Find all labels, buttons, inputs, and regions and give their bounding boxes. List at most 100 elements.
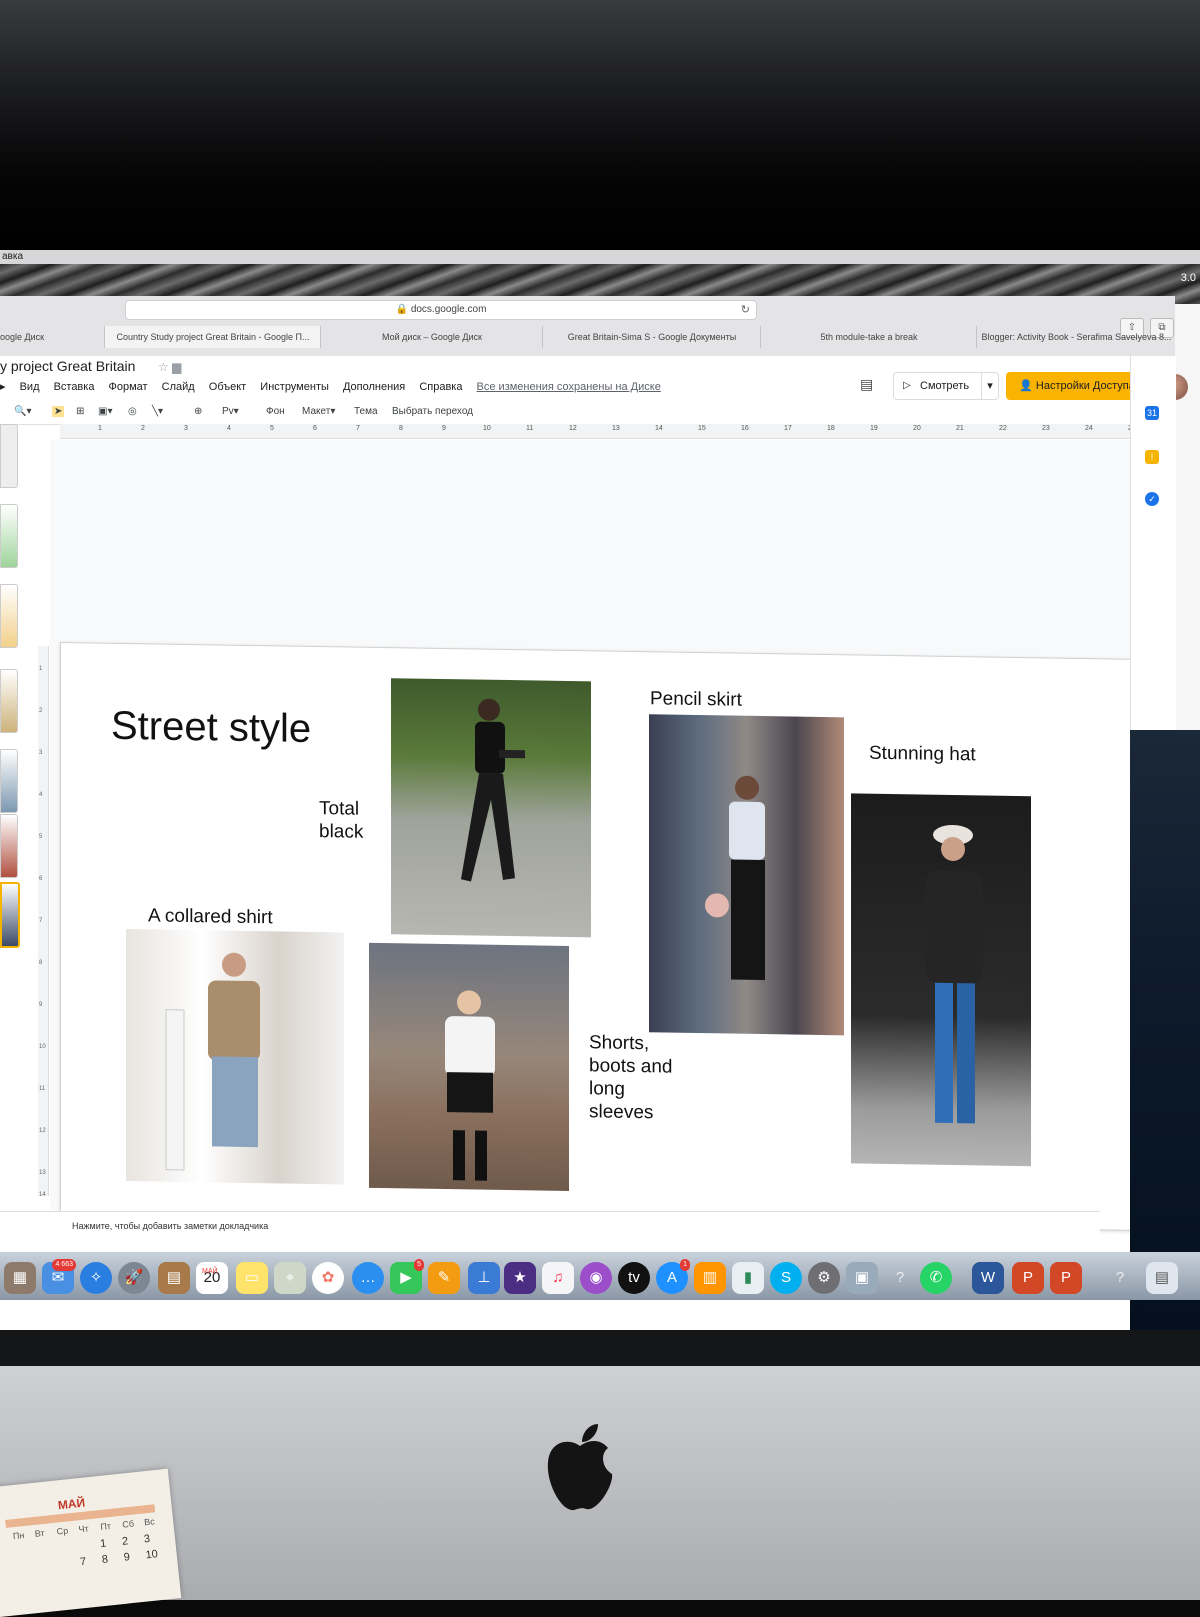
photo-shorts[interactable] [369, 942, 569, 1191]
url-bar[interactable]: 🔒 docs.google.com ↻ [125, 300, 757, 320]
layout-button[interactable]: Макет▾ [302, 406, 335, 417]
comment-icon[interactable]: ▤ [860, 376, 873, 393]
speaker-notes[interactable]: Нажмите, чтобы добавить заметки докладчи… [0, 1211, 1100, 1242]
slide-thumbnail-active[interactable] [0, 882, 20, 948]
transition-button[interactable]: Выбрать переход [392, 406, 473, 417]
share-button[interactable]: 👤 Настройки Доступа [1006, 372, 1148, 400]
safari-icon[interactable]: ✧ [80, 1262, 112, 1294]
tasks-icon[interactable]: ✓ [1145, 492, 1159, 506]
imovie-icon[interactable]: ★ [504, 1262, 536, 1294]
menu-object[interactable]: Объект [209, 381, 246, 393]
tab-google-drive[interactable]: oogle Диск [0, 326, 104, 348]
save-status-link[interactable]: Все изменения сохранены на Диске [477, 381, 661, 393]
keep-icon[interactable]: ! [1145, 450, 1159, 464]
label-total-black[interactable]: Total black [319, 797, 379, 844]
shape-icon[interactable]: ◎ [128, 406, 137, 417]
mac-dock: ▦ ✉ 4 663 ✧ 🚀 ▤ МАЙ 20 ▭ ⌖ ✿ … ▶ 5 ✎ ⊥ ★ ♫ … [0, 1252, 1200, 1300]
whatsapp-icon[interactable]: ✆ [920, 1262, 952, 1294]
menu-tools[interactable]: Инструменты [260, 381, 329, 393]
label-stunning-hat[interactable]: Stunning hat [869, 742, 976, 767]
slide-thumbnail[interactable] [0, 424, 18, 488]
lock-person-icon: 👤 [1019, 380, 1033, 392]
format-painter-icon[interactable]: Pv▾ [222, 406, 239, 417]
powerpoint-icon[interactable]: P [1012, 1262, 1044, 1294]
slide-thumbnail[interactable] [0, 584, 18, 648]
label-shorts[interactable]: Shorts, boots and long sleeves [589, 1031, 685, 1125]
numbers-icon[interactable]: ▮ [732, 1262, 764, 1294]
menu-format[interactable]: Формат [109, 381, 148, 393]
help-icon[interactable]: ? [1104, 1262, 1136, 1294]
appstore-icon[interactable]: A1 [656, 1259, 690, 1294]
keynote-icon[interactable]: ⊥ [468, 1262, 500, 1294]
monitor-bezel-bottom [0, 1330, 1200, 1366]
preview-icon[interactable]: ▣ [846, 1262, 878, 1294]
photo-collared-shirt[interactable] [126, 929, 344, 1185]
photo-stunning-hat-figure [925, 825, 983, 1124]
menu-view[interactable]: Вид [20, 381, 40, 393]
doc-title[interactable]: y project Great Britain [0, 358, 135, 374]
calendar-icon[interactable]: МАЙ 20 [196, 1262, 228, 1294]
tab-5th-module[interactable]: 5th module-take a break [760, 326, 977, 348]
calendar-icon[interactable]: 31 [1145, 406, 1159, 420]
zoom-icon[interactable]: 🔍▾ [14, 406, 31, 417]
tv-icon[interactable]: tv [618, 1262, 650, 1294]
maps-icon[interactable]: ⌖ [274, 1262, 306, 1294]
photos-icon[interactable]: ▦ [4, 1262, 36, 1294]
select-tool-icon[interactable]: ➤ [52, 406, 65, 417]
label-pencil-skirt[interactable]: Pencil skirt [650, 687, 742, 711]
slide-thumbnail[interactable] [0, 504, 18, 568]
photos-app-icon[interactable]: ✿ [312, 1262, 344, 1294]
label-collared-shirt[interactable]: A collared shirt [148, 904, 273, 929]
photo-stunning-hat[interactable] [851, 793, 1031, 1167]
word-icon[interactable]: W [972, 1262, 1004, 1294]
photo-total-black[interactable] [391, 678, 591, 938]
photo-pencil-skirt[interactable] [649, 714, 844, 1036]
slide-filmstrip [0, 424, 22, 1224]
desktop-wallpaper-sea [1130, 730, 1200, 1330]
slide[interactable]: Street style Total black Pencil skirt St… [60, 642, 1137, 1231]
line-icon[interactable]: ╲▾ [152, 406, 163, 417]
textbox-icon[interactable]: ⊞ [76, 406, 84, 417]
folder-icon[interactable]: ▆ [172, 360, 181, 374]
help-icon[interactable]: ? [884, 1262, 916, 1294]
settings-icon[interactable]: ⚙ [808, 1262, 840, 1294]
finder-icon[interactable]: ▤ [1146, 1262, 1178, 1294]
books-icon[interactable]: ▥ [694, 1262, 726, 1294]
menubar-app-name[interactable]: авка [2, 251, 23, 262]
tab-country-study[interactable]: Country Study project Great Britain - Go… [104, 326, 321, 348]
launchpad-icon[interactable]: 🚀 [118, 1262, 150, 1294]
vertical-ruler: 1 2 3 4 5 6 7 8 9 10 11 12 13 14 [38, 646, 49, 1198]
skype-icon[interactable]: S [770, 1262, 802, 1294]
mail-icon[interactable]: ✉ 4 663 [42, 1259, 76, 1294]
background-button[interactable]: Фон [266, 406, 285, 417]
notes-icon[interactable]: ▭ [236, 1262, 268, 1294]
messages-icon[interactable]: … [352, 1262, 384, 1294]
url-text: docs.google.com [410, 304, 487, 315]
image-icon[interactable]: ▣▾ [98, 406, 112, 417]
powerpoint-icon[interactable]: P [1050, 1262, 1082, 1294]
facetime-icon[interactable]: ▶ 5 [390, 1259, 424, 1294]
tab-blogger[interactable]: Blogger: Activity Book - Serafima Savely… [976, 326, 1176, 348]
tab-my-drive[interactable]: Мой диск – Google Диск [320, 326, 543, 348]
menu-slide[interactable]: Слайд [162, 381, 195, 393]
contacts-icon[interactable]: ▤ [158, 1262, 190, 1294]
menu-insert[interactable]: Вставка [54, 381, 95, 393]
star-icon[interactable]: ☆ [158, 360, 169, 374]
pages-icon[interactable]: ✎ [428, 1262, 460, 1294]
music-icon[interactable]: ♫ [542, 1262, 574, 1294]
slide-thumbnail[interactable] [0, 669, 18, 733]
theme-button[interactable]: Тема [354, 406, 378, 417]
present-button[interactable]: ▷ Смотреть ▾ [893, 372, 999, 400]
slide-title[interactable]: Street style [111, 704, 311, 752]
reload-icon[interactable]: ↻ [741, 301, 750, 319]
menu-addons[interactable]: Дополнения [343, 381, 405, 393]
menu-help[interactable]: Справка [419, 381, 462, 393]
mail-badge: 4 663 [52, 1259, 76, 1271]
slide-thumbnail[interactable] [0, 749, 18, 813]
slide-thumbnail[interactable] [0, 814, 18, 878]
new-comment-icon[interactable]: ⊕ [194, 406, 202, 417]
menu-item-back[interactable]: ▸ [0, 381, 6, 393]
tab-great-britain-doc[interactable]: Great Britain-Sima S - Google Документы [542, 326, 761, 348]
podcasts-icon[interactable]: ◉ [580, 1262, 612, 1294]
chevron-down-icon[interactable]: ▾ [981, 373, 998, 399]
